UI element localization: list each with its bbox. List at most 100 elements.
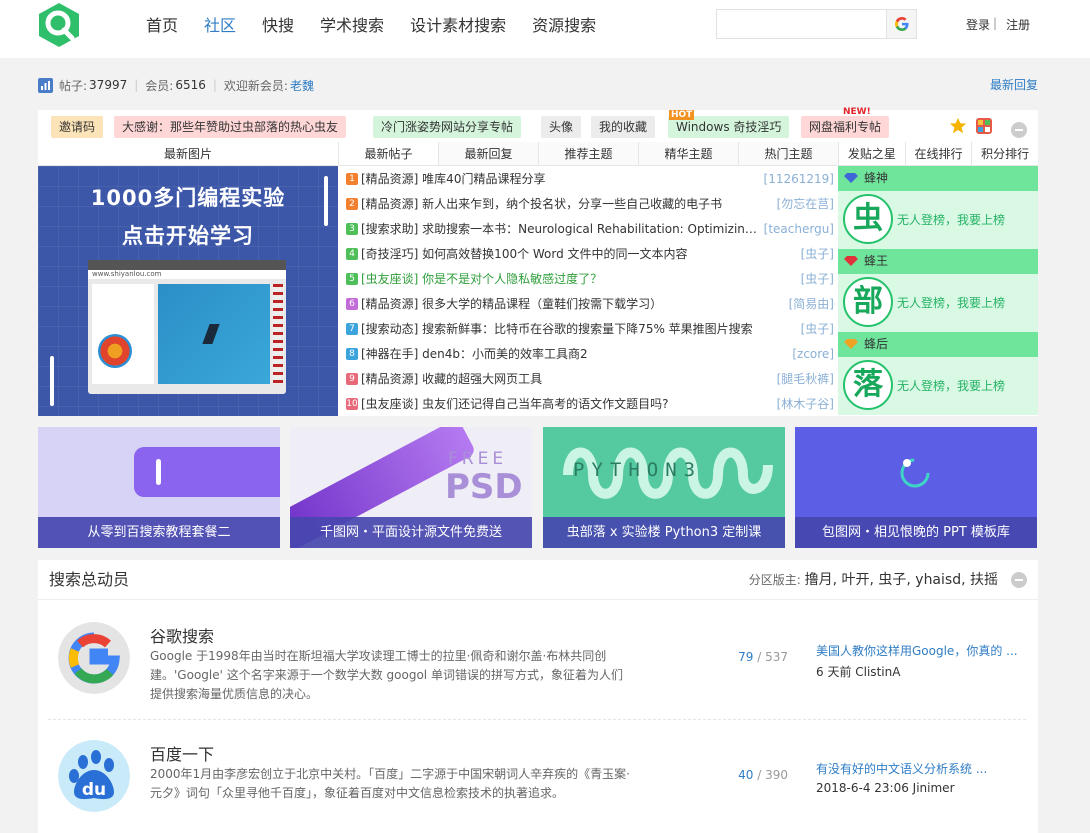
- members-count: 6516: [175, 78, 206, 92]
- search-button[interactable]: [886, 10, 916, 38]
- join-rank-link[interactable]: 无人登榜，我要上榜: [897, 357, 1005, 415]
- nav-home[interactable]: 首页: [146, 12, 178, 36]
- register-link[interactable]: 注册: [1006, 16, 1030, 33]
- promo-card-baotu[interactable]: 包图网・相见恨晚的 PPT 模板库: [795, 427, 1037, 548]
- board-baidu: du 百度一下 2000年1月由李彦宏创立于北京中关村。「百度」二字源于中国宋朝…: [38, 718, 1038, 833]
- nav-academic-search[interactable]: 学术搜索: [320, 12, 384, 36]
- last-post-link[interactable]: 有没有好的中文语义分析系统 ...: [816, 760, 1021, 777]
- post-title-link[interactable]: [神器在手] den4b：小而美的效率工具商2: [361, 345, 786, 362]
- promo-card-qiantu[interactable]: FREE PSD 千图网・平面设计源文件免费送: [290, 427, 532, 548]
- post-author-link[interactable]: [zcore]: [792, 347, 834, 361]
- forum-header: 搜索总动员 分区版主: 撸月, 叶开, 虫子, yhaisd, 扶摇: [38, 560, 1038, 600]
- post-count: 537: [765, 650, 788, 664]
- login-link[interactable]: 登录: [966, 16, 990, 33]
- board-counts: 79 / 537: [688, 650, 788, 664]
- rank-name: 蜂神: [864, 171, 889, 185]
- post-title-link[interactable]: [虫友座谈] 你是不是对个人隐私敏感过度了？: [361, 270, 795, 287]
- loading-ring-icon: [900, 458, 930, 488]
- post-item: 7 [搜索动态] 搜索新鲜事：比特币在谷歌的搜索量下降75% 苹果推图片搜索 [虫子…: [338, 316, 838, 341]
- promo-caption-qiantu: 千图网・平面设计源文件免费送: [290, 517, 532, 548]
- quicklink-favorites[interactable]: 我的收藏: [591, 116, 656, 138]
- post-item: 8 [神器在手] den4b：小而美的效率工具商2 [zcore]: [338, 341, 838, 366]
- tab-latest-replies[interactable]: 最新回复: [438, 142, 538, 165]
- tab-post-stars[interactable]: 发贴之星: [838, 142, 905, 165]
- tab-featured[interactable]: 精华主题: [638, 142, 738, 165]
- app-grid-icon[interactable]: [976, 118, 992, 134]
- post-title-link[interactable]: [奇技淫巧] 如何高效替换100个 Word 文件中的同一文本内容: [361, 245, 795, 262]
- star-icon[interactable]: [949, 117, 967, 135]
- post-title-link[interactable]: [精品资源] 很多大学的精品课程（童鞋们按需下载学习）: [361, 295, 783, 312]
- quicklink-avatar[interactable]: 头像: [541, 116, 582, 138]
- tab-hot[interactable]: 热门主题: [738, 142, 838, 165]
- rank-name: 蜂后: [864, 337, 889, 351]
- promo-card-search-course[interactable]: 从零到百搜索教程套餐二: [38, 427, 280, 548]
- board-name[interactable]: 百度一下: [150, 741, 214, 765]
- post-rank-number: 4: [346, 247, 358, 260]
- post-author-link[interactable]: [林木子谷]: [777, 395, 834, 412]
- promo-card-python3[interactable]: PYTHON3 虫部落 x 实验楼 Python3 定制课: [543, 427, 785, 548]
- tab-online-rank[interactable]: 在线排行: [904, 142, 972, 165]
- tab-points-rank[interactable]: 积分排行: [971, 142, 1038, 165]
- main-panel: 最新图片 1000多门编程实验 点击开始学习 www.shiyanlou.com…: [38, 142, 1038, 416]
- post-item: 3 [搜索求助] 求助搜索一本书：Neurological Rehabilitat…: [338, 216, 838, 241]
- post-author-link[interactable]: [腿毛秋裤]: [777, 370, 834, 387]
- last-post-link[interactable]: 美国人教你这样用Google，你真的 ...: [816, 642, 1021, 659]
- nav-community[interactable]: 社区: [204, 12, 236, 36]
- post-author-link[interactable]: [虫子]: [801, 270, 834, 287]
- nav-resource-search[interactable]: 资源搜索: [532, 12, 596, 36]
- post-author-link[interactable]: [teachergu]: [764, 222, 834, 236]
- baidu-paw-icon[interactable]: du: [58, 740, 130, 812]
- post-title-link[interactable]: [搜索动态] 搜索新鲜事：比特币在谷歌的搜索量下降75% 苹果推图片搜索: [361, 320, 795, 337]
- post-author-link[interactable]: [11261219]: [764, 172, 834, 186]
- new-member-link[interactable]: 老魏: [290, 77, 314, 94]
- last-post-meta: 2018-6-4 23:06 Jinimer: [816, 781, 955, 795]
- posts-label: 帖子:: [59, 78, 88, 93]
- members-label: 会员:: [145, 78, 174, 93]
- nav-design-search[interactable]: 设计素材搜索: [410, 12, 506, 36]
- tab-recommended[interactable]: 推荐主题: [538, 142, 638, 165]
- tab-latest-posts[interactable]: 最新帖子: [338, 142, 438, 165]
- quicklink-netdisk[interactable]: 网盘福利专帖: [801, 116, 890, 138]
- post-count: 390: [765, 768, 788, 782]
- welcome-label: 欢迎新会员:: [223, 78, 288, 93]
- post-list: 1 [精品资源] 唯库40门精品课程分享 [11261219] 2 [精品资源] 新人出…: [338, 166, 838, 416]
- post-author-link[interactable]: [虫子]: [801, 245, 834, 262]
- post-author-link[interactable]: [虫子]: [801, 320, 834, 337]
- post-title-link[interactable]: [精品资源] 收藏的超强大网页工具: [361, 370, 771, 387]
- auth-separator: |: [993, 16, 998, 30]
- post-item: 5 [虫友座谈] 你是不是对个人隐私敏感过度了？ [虫子]: [338, 266, 838, 291]
- latest-reply-link[interactable]: 最新回复: [990, 76, 1038, 93]
- post-author-link[interactable]: [简易由]: [789, 295, 834, 312]
- post-title-link[interactable]: [搜索求助] 求助搜索一本书：Neurological Rehabilitati…: [361, 220, 758, 237]
- quicklink-thanks[interactable]: 大感谢：那些年赞助过虫部落的热心虫友: [114, 116, 347, 138]
- diamond-icon: [844, 256, 858, 266]
- join-rank-link[interactable]: 无人登榜，我要上榜: [897, 274, 1005, 332]
- banner-vertical-bar: [324, 176, 328, 226]
- post-title-link[interactable]: [精品资源] 唯库40门精品课程分享: [361, 170, 758, 187]
- collapse-icon[interactable]: [1011, 122, 1027, 138]
- google-g-icon: [894, 17, 908, 31]
- search-input[interactable]: [717, 10, 887, 38]
- quick-links-bar: 邀请码 大感谢：那些年赞助过虫部落的热心虫友 冷门涨姿势网站分享专帖 头像 我的…: [38, 107, 1038, 142]
- main-nav: 首页 社区 快搜 学术搜索 设计素材搜索 资源搜索: [133, 0, 609, 48]
- site-logo-icon[interactable]: [37, 2, 81, 48]
- post-tabs: 最新帖子 最新回复 推荐主题 精华主题 热门主题: [338, 142, 838, 166]
- post-title-link[interactable]: [精品资源] 新人出来乍到，纳个投名状，分享一些自己收藏的电子书: [361, 195, 771, 212]
- nav-quicksearch[interactable]: 快搜: [262, 12, 294, 36]
- count-separator: /: [753, 768, 766, 782]
- rank-slot: 落无人登榜，我要上榜: [838, 357, 1038, 415]
- board-name[interactable]: 谷歌搜索: [150, 623, 214, 647]
- post-title-link[interactable]: [虫友座谈] 虫友们还记得自己当年高考的语文作文题目吗?: [361, 395, 771, 412]
- quicklink-invite-code[interactable]: 邀请码: [51, 116, 104, 138]
- psd-text: PSD: [445, 467, 523, 507]
- forum-collapse-icon[interactable]: [1011, 572, 1027, 588]
- moderators-list: 撸月, 叶开, 虫子, yhaisd, 扶摇: [804, 572, 998, 588]
- post-author-link[interactable]: [勿忘在莒]: [777, 195, 834, 212]
- rank-slot: 虫无人登榜，我要上榜: [838, 191, 1038, 249]
- join-rank-link[interactable]: 无人登榜，我要上榜: [897, 191, 1005, 249]
- promo-caption-python3: 虫部落 x 实验楼 Python3 定制课: [543, 517, 785, 548]
- post-rank-number: 1: [346, 172, 358, 185]
- promo-banner[interactable]: 1000多门编程实验 点击开始学习 www.shiyanlou.com: [38, 166, 338, 416]
- quicklink-cold-sites[interactable]: 冷门涨姿势网站分享专帖: [373, 116, 522, 138]
- google-icon[interactable]: [58, 622, 130, 694]
